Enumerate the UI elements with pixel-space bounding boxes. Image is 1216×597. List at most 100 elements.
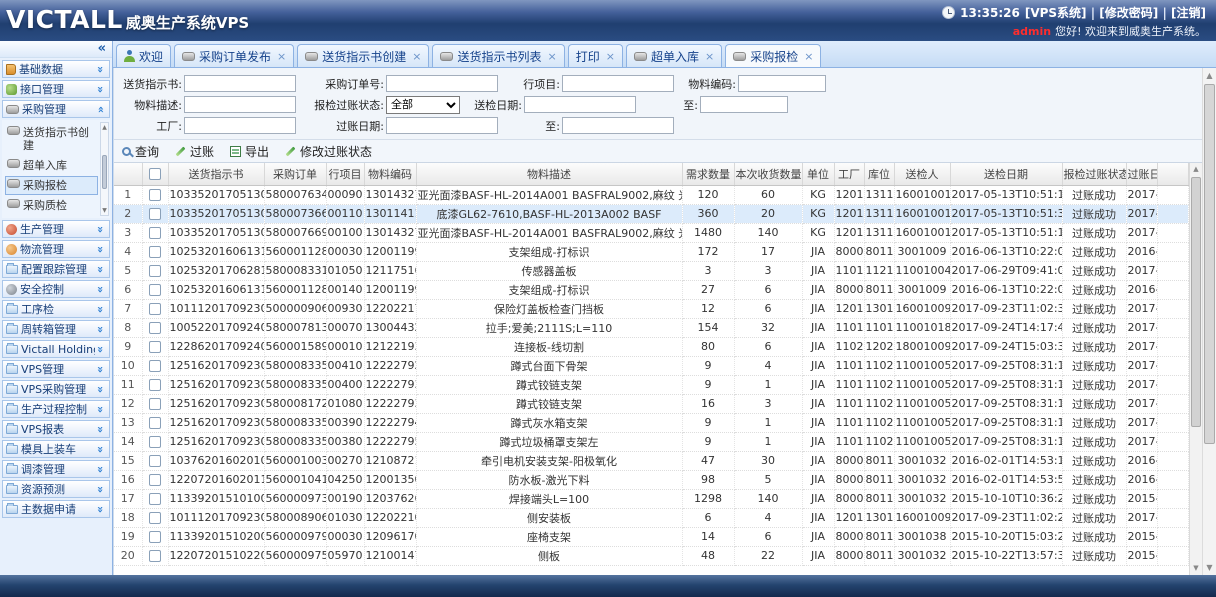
row-checkbox[interactable] (149, 265, 161, 277)
grid-scroll-up-icon[interactable]: ▲ (1190, 164, 1202, 175)
row-checkbox[interactable] (149, 360, 161, 372)
sidebar-subitem[interactable]: 采购报检 (5, 176, 98, 195)
row-checkbox[interactable] (149, 493, 161, 505)
row-checkbox[interactable] (149, 379, 161, 391)
column-header-物料编码[interactable]: 物料编码 (364, 163, 416, 185)
row-checkbox[interactable] (149, 227, 161, 239)
submenu-scroll-down-icon[interactable]: ▼ (101, 206, 108, 215)
row-checkbox[interactable] (149, 512, 161, 524)
sidebar-group[interactable]: 工序检» (2, 300, 110, 318)
sidebar-group[interactable]: 安全控制» (2, 280, 110, 298)
tab-采购报检[interactable]: 采购报检× (725, 44, 821, 67)
table-row[interactable]: 1810111201709230258000890620103012202210… (114, 508, 1189, 527)
panel-scrollbar[interactable]: ▲ ▼ (1202, 68, 1216, 575)
close-tab-icon[interactable]: × (804, 50, 813, 63)
sidebar-group[interactable]: 模具上装车» (2, 440, 110, 458)
sidebar-group[interactable]: VPS采购管理» (2, 380, 110, 398)
table-row[interactable]: 2012207201510220756000097500597012100147… (114, 546, 1189, 565)
table-row[interactable]: 310335201705130158000766920010013014327亚… (114, 223, 1189, 242)
row-checkbox[interactable] (149, 208, 161, 220)
table-row[interactable]: 1112516201709230658000833570040012222793… (114, 375, 1189, 394)
tab-采购订单发布[interactable]: 采购订单发布× (174, 44, 294, 67)
row-checkbox[interactable] (149, 455, 161, 467)
posting-date-input[interactable] (386, 117, 498, 134)
tab-打印[interactable]: 打印× (568, 44, 623, 67)
panel-scroll-up-icon[interactable]: ▲ (1203, 69, 1216, 82)
row-checkbox[interactable] (149, 303, 161, 315)
posting-date-to-input[interactable] (562, 117, 674, 134)
table-row[interactable]: 1911339201510200256000097960003012096170… (114, 527, 1189, 546)
column-header-行项目[interactable]: 行项目 (326, 163, 364, 185)
header-link[interactable]: [VPS系统] (1025, 6, 1087, 20)
submenu-scroll-thumb[interactable] (102, 155, 107, 189)
header-link[interactable]: [修改密码] (1099, 6, 1158, 20)
column-header-过账日期[interactable]: 过账日期 (1126, 163, 1157, 185)
select-all-checkbox[interactable] (149, 168, 161, 180)
column-header-工厂[interactable]: 工厂 (834, 163, 864, 185)
close-tab-icon[interactable]: × (606, 50, 615, 63)
panel-scroll-down-icon[interactable]: ▼ (1203, 561, 1216, 574)
collapse-sidebar-button[interactable]: « (0, 41, 112, 58)
column-header-报检过账状态[interactable]: 报检过账状态 (1062, 163, 1126, 185)
row-checkbox[interactable] (149, 436, 161, 448)
sidebar-subitem[interactable]: 采购质检 (5, 196, 98, 215)
po-number-input[interactable] (386, 75, 498, 92)
sidebar-group[interactable]: 物流管理» (2, 240, 110, 258)
row-checkbox[interactable] (149, 474, 161, 486)
sidebar-group[interactable]: 周转箱管理» (2, 320, 110, 338)
row-checkbox[interactable] (149, 341, 161, 353)
sidebar-group[interactable]: 采购管理» (2, 100, 110, 118)
sidebar-group[interactable]: 资源预测» (2, 480, 110, 498)
row-checkbox[interactable] (149, 550, 161, 562)
header-link[interactable]: [注销] (1171, 6, 1206, 20)
sidebar-group[interactable]: VPS报表» (2, 420, 110, 438)
row-checkbox[interactable] (149, 417, 161, 429)
table-row[interactable]: 710111201709230250000090620093012202217保… (114, 299, 1189, 318)
close-tab-icon[interactable]: × (277, 50, 286, 63)
column-header-单位[interactable]: 单位 (802, 163, 834, 185)
table-row[interactable]: 810052201709240158000781310007013004432拉… (114, 318, 1189, 337)
column-header-送货指示书[interactable]: 送货指示书 (168, 163, 264, 185)
column-header-采购订单[interactable]: 采购订单 (264, 163, 326, 185)
tab-送货指示书创建[interactable]: 送货指示书创建× (297, 44, 429, 67)
sidebar-subitem[interactable]: 送货指示书创建 (5, 123, 98, 155)
table-row[interactable]: 510253201706281458000833120105012117516传… (114, 261, 1189, 280)
table-row[interactable]: 110335201705130158000763400009013014327亚… (114, 185, 1189, 204)
row-checkbox[interactable] (149, 531, 161, 543)
sidebar-group[interactable]: 主数据申请» (2, 500, 110, 518)
table-row[interactable]: 1312516201709230658000833570039012222794… (114, 413, 1189, 432)
sidebar-group[interactable]: 配置跟踪管理» (2, 260, 110, 278)
row-checkbox[interactable] (149, 246, 161, 258)
table-row[interactable]: 912286201709240756000158990001012122193连… (114, 337, 1189, 356)
tab-送货指示书列表[interactable]: 送货指示书列表× (432, 44, 564, 67)
grid-scroll-thumb[interactable] (1191, 177, 1201, 427)
table-row[interactable]: 410253201606131156000112890003012001199支… (114, 242, 1189, 261)
column-header-需求数量[interactable]: 需求数量 (682, 163, 734, 185)
inspection-date-input[interactable] (524, 96, 636, 113)
table-row[interactable]: 1510376201602010156000100350027012108721… (114, 451, 1189, 470)
inspection-date-to-input[interactable] (700, 96, 788, 113)
grid-scroll-down-icon[interactable]: ▼ (1190, 563, 1202, 574)
close-tab-icon[interactable]: × (705, 50, 714, 63)
column-header-送检日期[interactable]: 送检日期 (950, 163, 1062, 185)
sidebar-group[interactable]: 生产过程控制» (2, 400, 110, 418)
column-header-本次收货数量[interactable]: 本次收货数量 (734, 163, 802, 185)
sidebar-group[interactable]: 生产管理» (2, 220, 110, 238)
submenu-scrollbar[interactable]: ▲▼ (100, 122, 109, 216)
panel-scroll-thumb[interactable] (1204, 84, 1215, 444)
sidebar-group[interactable]: 基础数据» (2, 60, 110, 78)
table-row[interactable]: 1212516201709230658000817220108012222793… (114, 394, 1189, 413)
post-button[interactable]: 过账 (175, 143, 214, 160)
sidebar-group[interactable]: Victall Holding» (2, 340, 110, 358)
row-checkbox[interactable] (149, 284, 161, 296)
plant-input[interactable] (184, 117, 296, 134)
delivery-note-input[interactable] (184, 75, 296, 92)
posting-status-select[interactable]: 全部 (386, 96, 460, 114)
row-checkbox[interactable] (149, 322, 161, 334)
close-tab-icon[interactable]: × (412, 50, 421, 63)
table-row[interactable]: 1012516201709230658000833570041012222792… (114, 356, 1189, 375)
modify-posting-status-button[interactable]: 修改过账状态 (285, 143, 372, 160)
tab-超单入库[interactable]: 超单入库× (626, 44, 722, 67)
sidebar-group[interactable]: 接口管理» (2, 80, 110, 98)
table-row[interactable]: 1612207201602011556000104150425012001350… (114, 470, 1189, 489)
